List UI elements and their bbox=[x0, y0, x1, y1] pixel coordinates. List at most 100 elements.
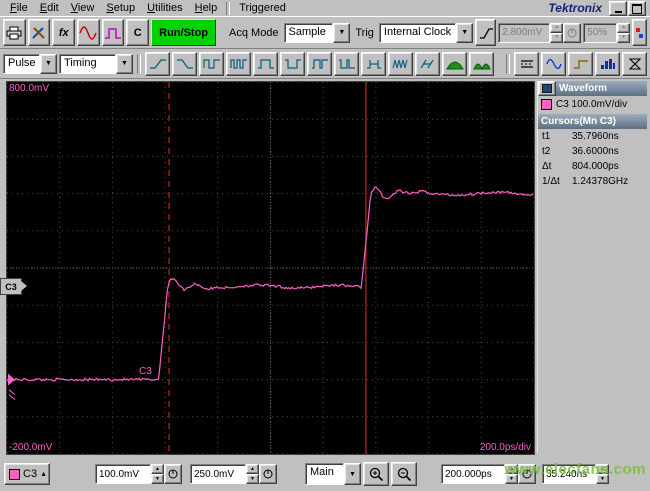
horizontal-scale-field[interactable]: 200.000ps bbox=[441, 464, 505, 484]
vertical-scale-field[interactable]: 100.0mV bbox=[95, 464, 151, 484]
vertical-offset-field[interactable]: 250.0mV bbox=[190, 464, 246, 484]
measure-negative-width-button[interactable] bbox=[280, 51, 305, 76]
readout-name: Δt bbox=[542, 161, 552, 172]
menu-view[interactable]: View bbox=[65, 1, 101, 15]
vertical-offset-knob-button[interactable] bbox=[259, 464, 277, 484]
mean-icon bbox=[520, 59, 533, 68]
menu-setup[interactable]: Setup bbox=[100, 1, 141, 15]
horizontal-scale-knob-button[interactable] bbox=[518, 464, 536, 484]
main-toolbar: fx C Run/Stop Acq Mode Sample ▼ Trig Int… bbox=[0, 17, 650, 49]
measure-positive-width-button[interactable] bbox=[253, 51, 278, 76]
menu-edit[interactable]: Edit bbox=[34, 1, 65, 15]
measure-step-button[interactable] bbox=[568, 51, 593, 76]
waveform-header: Waveform bbox=[556, 81, 647, 96]
measure-histogram-button[interactable] bbox=[595, 51, 620, 76]
ac-rms-sine-icon bbox=[545, 58, 562, 69]
menu-help[interactable]: Help bbox=[189, 1, 224, 15]
measure-negative-duty-button[interactable] bbox=[334, 51, 359, 76]
zoom-out-button[interactable] bbox=[391, 462, 417, 486]
measure-type-select[interactable]: Timing ▼ bbox=[59, 53, 133, 74]
delay-icon bbox=[366, 59, 381, 69]
chevron-down-icon: ▼ bbox=[116, 53, 133, 74]
fx-icon: fx bbox=[58, 26, 69, 39]
period-icon bbox=[202, 58, 220, 69]
rise-time-icon bbox=[149, 58, 166, 69]
channel-select-value: C3 bbox=[23, 468, 38, 480]
measure-period-button[interactable] bbox=[199, 51, 224, 76]
measure-burst-width-button[interactable] bbox=[388, 51, 413, 76]
horizontal-position-control: 35.240ns ▲ ▼ bbox=[542, 464, 609, 484]
sidebar-menu-button[interactable] bbox=[538, 81, 556, 96]
knob-icon bbox=[263, 469, 273, 479]
negative-duty-cycle-icon bbox=[338, 58, 355, 69]
measure-category-value: Pulse bbox=[3, 53, 40, 74]
spin-down-button[interactable]: ▼ bbox=[596, 474, 609, 484]
spin-down-button[interactable]: ▼ bbox=[505, 474, 518, 484]
measure-delay-button[interactable] bbox=[361, 51, 386, 76]
spin-up-button[interactable]: ▲ bbox=[246, 464, 259, 474]
trigger-source-select[interactable]: Internal Clock ▼ bbox=[378, 22, 474, 43]
trig-label: Trig bbox=[355, 26, 374, 39]
spin-up-button[interactable]: ▲ bbox=[505, 464, 518, 474]
spin-up-button[interactable]: ▲ bbox=[151, 464, 164, 474]
toolbar-separator bbox=[137, 53, 141, 74]
channel-position-marker[interactable]: C3 bbox=[0, 278, 27, 295]
c-button[interactable]: C bbox=[126, 19, 150, 46]
channel-marker-label: C3 bbox=[5, 281, 17, 292]
measure-fall-time-button[interactable] bbox=[172, 51, 197, 76]
chevron-down-icon: ▼ bbox=[333, 22, 351, 43]
readout-name: 1/Δt bbox=[542, 176, 560, 187]
measure-mean-button[interactable] bbox=[514, 51, 539, 76]
measure-phase-button[interactable] bbox=[415, 51, 440, 76]
spin-down-button[interactable]: ▼ bbox=[151, 474, 164, 484]
minimize-button[interactable] bbox=[609, 0, 627, 16]
zoom-in-button[interactable] bbox=[363, 462, 389, 486]
toolbar-overflow-button[interactable] bbox=[632, 19, 648, 46]
trigger-slope-button[interactable] bbox=[475, 19, 497, 46]
readout-row: t1 35.7960ns bbox=[538, 129, 647, 144]
measure-rise-time-button[interactable] bbox=[145, 51, 170, 76]
menu-file[interactable]: File bbox=[4, 1, 34, 15]
run-stop-button[interactable]: Run/Stop bbox=[151, 19, 217, 46]
spin-up-icon: ▲ bbox=[617, 22, 631, 33]
channel-select-button[interactable]: C3 ▲ bbox=[4, 463, 50, 485]
measure-negative-area-button[interactable] bbox=[469, 51, 494, 76]
zoom-out-icon bbox=[397, 467, 411, 481]
graticule: 800.0mV -200.0mV 200.0ps/div C3 bbox=[6, 81, 535, 455]
trigger-level-knob-button bbox=[563, 22, 582, 43]
measure-gating-button[interactable] bbox=[622, 51, 647, 76]
step-icon bbox=[573, 59, 588, 69]
vertical-offset-spinner: ▲ ▼ bbox=[246, 464, 259, 484]
waveform-list-item[interactable]: C3 100.0mV/div bbox=[538, 96, 647, 112]
measurement-toolbar: Pulse ▼ Timing ▼ bbox=[0, 49, 650, 79]
rising-edge-icon bbox=[479, 27, 493, 39]
waveform-plot bbox=[7, 82, 534, 454]
readout-row: Δt 804.000ps bbox=[538, 159, 647, 174]
frequency-icon bbox=[229, 58, 247, 69]
spin-up-button[interactable]: ▲ bbox=[596, 464, 609, 474]
measure-ac-rms-button[interactable] bbox=[541, 51, 566, 76]
chevron-down-icon: ▼ bbox=[40, 53, 57, 74]
spin-down-icon: ▼ bbox=[617, 32, 631, 43]
formula-button[interactable]: fx bbox=[52, 19, 76, 46]
acq-mode-label: Acq Mode bbox=[229, 26, 279, 39]
vertical-scale-knob-button[interactable] bbox=[164, 464, 182, 484]
spin-down-button[interactable]: ▼ bbox=[246, 474, 259, 484]
tools-button[interactable] bbox=[27, 19, 51, 46]
measure-positive-area-button[interactable] bbox=[442, 51, 467, 76]
waveform-button[interactable] bbox=[77, 19, 100, 46]
maximize-button[interactable] bbox=[628, 0, 646, 16]
chevron-down-icon: ▼ bbox=[344, 463, 361, 485]
measure-category-select[interactable]: Pulse ▼ bbox=[3, 53, 57, 74]
menu-utilities[interactable]: Utilities bbox=[141, 1, 188, 15]
measure-positive-duty-button[interactable] bbox=[307, 51, 332, 76]
trigger-source-value: Internal Clock bbox=[378, 22, 457, 43]
acq-mode-select[interactable]: Sample ▼ bbox=[283, 22, 351, 43]
horizontal-position-field[interactable]: 35.240ns bbox=[542, 464, 596, 484]
measure-frequency-button[interactable] bbox=[226, 51, 251, 76]
print-button[interactable] bbox=[3, 19, 26, 46]
menu-separator bbox=[226, 1, 231, 15]
c-icon: C bbox=[133, 26, 142, 39]
horizontal-mode-select[interactable]: Main ▼ bbox=[305, 463, 361, 485]
pulse-button[interactable] bbox=[101, 19, 125, 46]
